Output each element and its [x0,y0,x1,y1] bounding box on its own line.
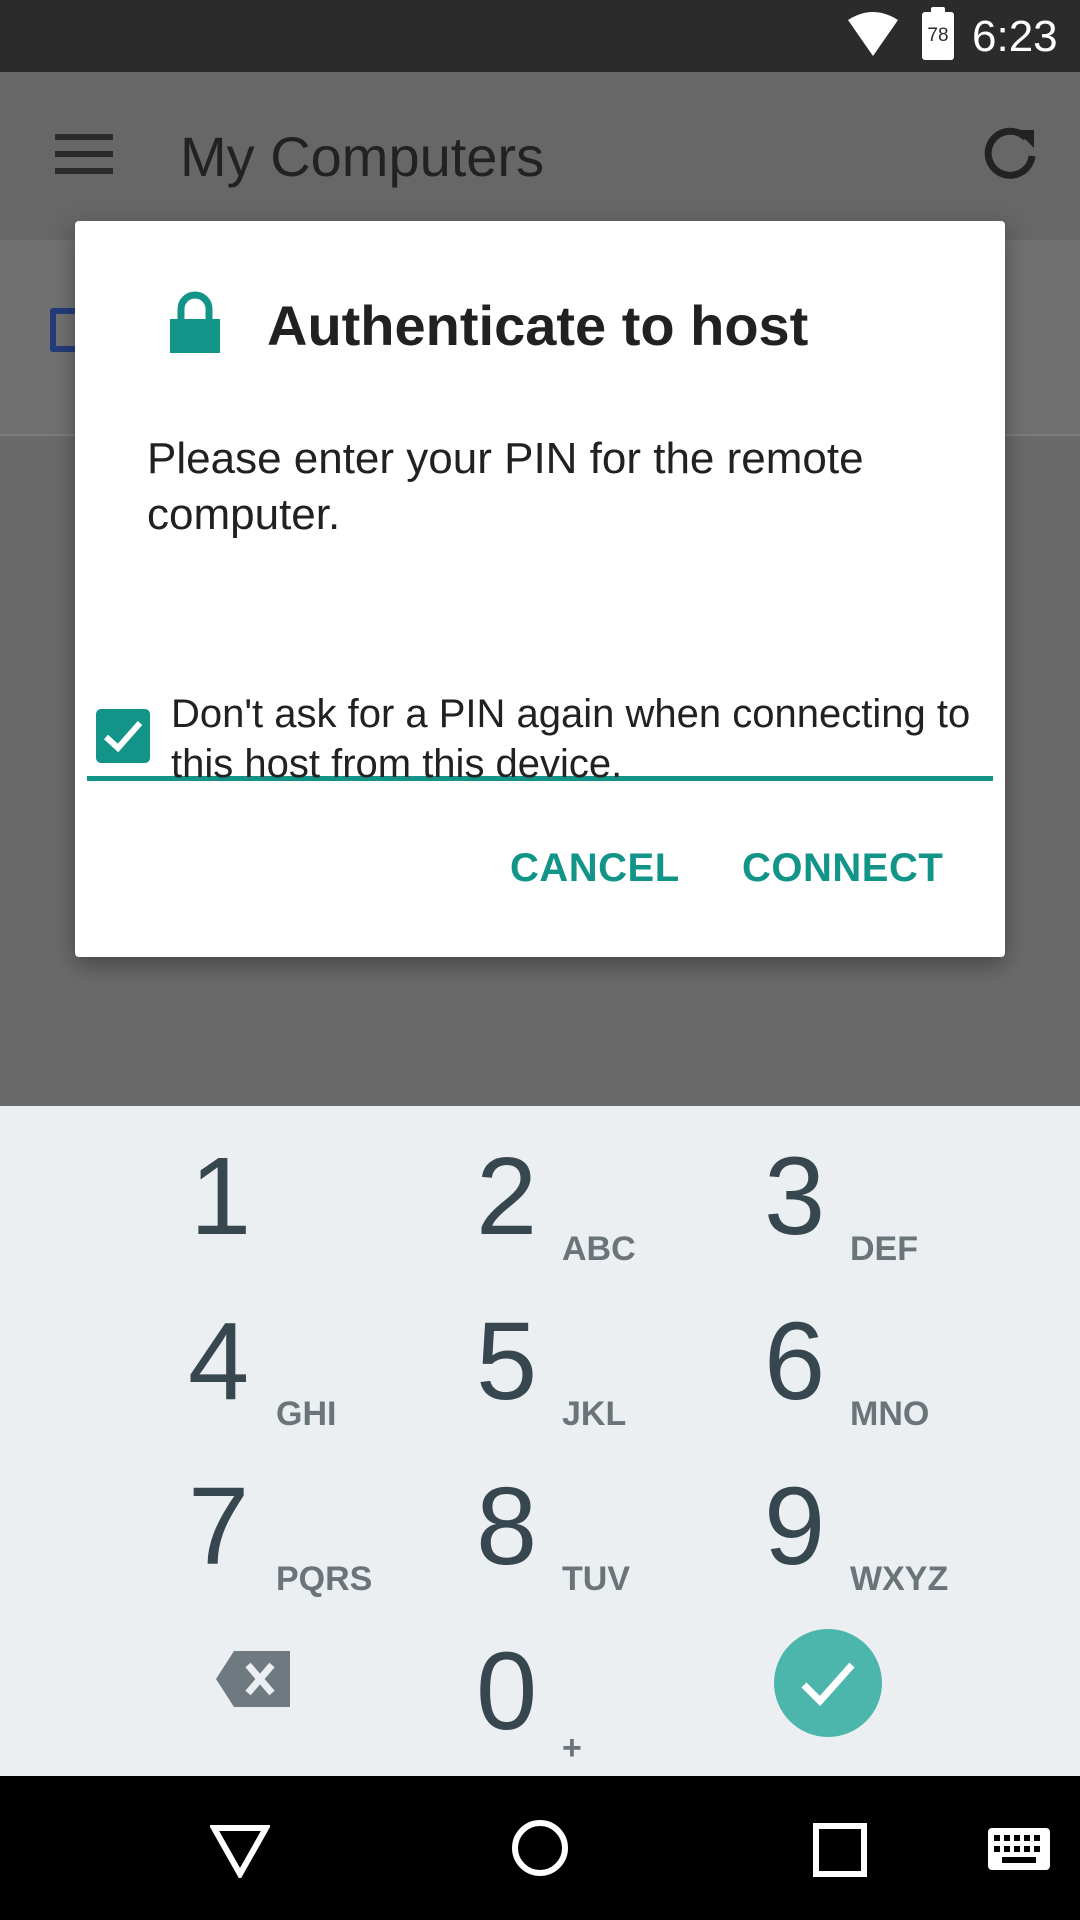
remember-pin-label-line2: this host from this device. [171,742,623,786]
key-letters: JKL [562,1395,627,1433]
status-clock: 6:23 [972,12,1058,61]
key-digit: 3 [764,1135,826,1258]
key-digit: 2 [476,1135,538,1258]
key-4[interactable]: 4 GHI [188,1307,488,1467]
battery-icon: 78 [922,7,954,60]
dialog-message: Please enter your PIN for the remote com… [147,434,864,539]
recents-icon[interactable] [812,1822,868,1878]
key-digit: 4 [188,1300,250,1423]
backspace-icon [216,1651,290,1707]
menu-icon[interactable] [55,134,113,174]
home-icon[interactable] [510,1818,570,1878]
key-9[interactable]: 9 WXYZ [764,1472,1064,1632]
keyboard-icon[interactable] [988,1828,1050,1870]
key-6[interactable]: 6 MNO [764,1307,1064,1467]
key-digit: 5 [476,1300,538,1423]
navigation-bar [0,1776,1080,1920]
key-letters: ABC [562,1230,636,1268]
numeric-keypad: 1 2 ABC 3 DEF 4 GHI 5 JKL 6 MNO 7 PQRS 8… [0,1106,1080,1776]
key-8[interactable]: 8 TUV [476,1472,776,1632]
key-letters: GHI [276,1395,337,1433]
remember-pin-checkbox[interactable] [96,709,150,763]
key-digit: 8 [476,1465,538,1588]
lock-icon [170,291,220,353]
key-2[interactable]: 2 ABC [476,1142,776,1302]
key-letters: DEF [850,1230,918,1268]
key-letters: WXYZ [850,1560,949,1598]
page-title: My Computers [180,125,545,188]
remember-pin-label-line1: Don't ask for a PIN again when connectin… [171,692,971,736]
key-digit: 0 [476,1630,538,1753]
key-letters: PQRS [276,1560,373,1598]
key-5[interactable]: 5 JKL [476,1307,776,1467]
check-icon [103,721,143,753]
key-3[interactable]: 3 DEF [764,1142,1064,1302]
key-7[interactable]: 7 PQRS [188,1472,488,1632]
key-1[interactable]: 1 [190,1142,490,1302]
key-digit: 1 [190,1135,252,1258]
key-digit: 6 [764,1300,826,1423]
app-bar: My Computers [0,72,1080,240]
backspace-key[interactable] [216,1651,290,1707]
done-button[interactable] [774,1629,882,1737]
remember-pin-label: Don't ask for a PIN again when connectin… [171,689,1011,789]
status-bar: 78 6:23 [0,0,1080,72]
back-icon[interactable] [210,1822,270,1878]
key-letters: TUV [562,1560,630,1598]
dialog-title: Authenticate to host [267,294,809,357]
refresh-icon[interactable] [980,122,1040,182]
key-letters: + [562,1729,582,1767]
key-0[interactable]: 0 + [476,1637,776,1797]
check-icon [801,1662,855,1707]
key-digit: 7 [188,1465,250,1588]
connect-button[interactable]: CONNECT [742,846,943,891]
key-letters: MNO [850,1395,930,1433]
cancel-button[interactable]: CANCEL [510,846,680,891]
authenticate-dialog: Authenticate to host Please enter your P… [75,221,1005,957]
battery-level: 78 [927,25,949,46]
wifi-icon [848,12,898,56]
key-digit: 9 [764,1465,826,1588]
